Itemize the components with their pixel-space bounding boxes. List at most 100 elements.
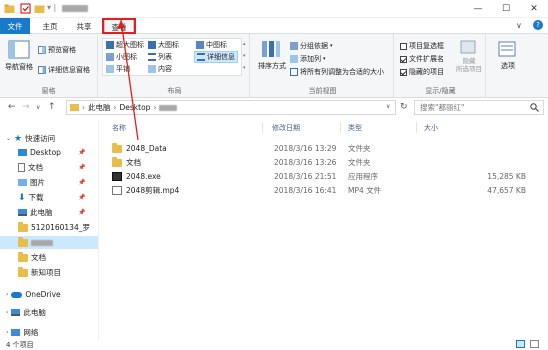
- hide-selected-icon[interactable]: [458, 39, 478, 55]
- details-pane-button[interactable]: 详细信息窗格: [38, 65, 90, 75]
- address-dropdown[interactable]: ∨: [386, 103, 390, 110]
- tab-share[interactable]: 共享: [70, 18, 98, 34]
- ribbon-expand-toggle[interactable]: ∨: [516, 21, 522, 30]
- gallery-scroll[interactable]: ▴ ▾ ▾: [243, 38, 248, 76]
- file-list: 名称 修改日期 类型 大小 2048_Data 2018/3/16 13:29 …: [104, 19, 548, 342]
- folder-icon: [4, 3, 15, 14]
- quick-access-label: 快速访问: [25, 134, 56, 143]
- file-extensions-toggle[interactable]: 文件扩展名: [400, 54, 444, 64]
- file-name: 2048剪辑.mp4: [126, 186, 180, 195]
- nav-scrollbar[interactable]: [98, 120, 102, 340]
- nav-item-pictures[interactable]: 图片 📌: [18, 176, 98, 189]
- column-type[interactable]: 类型: [348, 123, 362, 133]
- small-icons-icon: [106, 53, 114, 61]
- exe-icon: [112, 172, 122, 181]
- new-folder-icon[interactable]: [34, 3, 45, 14]
- crumb-separator: ›: [153, 103, 157, 112]
- table-row[interactable]: 2048.exe 2018/3/16 21:51 应用程序 15,285 KB: [112, 170, 542, 183]
- options-icon[interactable]: [497, 40, 517, 58]
- column-divider[interactable]: [340, 122, 341, 133]
- refresh-button[interactable]: ↻: [400, 102, 408, 112]
- tab-home[interactable]: 主页: [36, 18, 64, 34]
- table-row[interactable]: 文档 2018/3/16 13:26 文件夹: [112, 156, 542, 169]
- layout-small[interactable]: 小图标: [106, 52, 137, 62]
- nav-item-documents-2[interactable]: 文档: [18, 251, 46, 264]
- nav-quick-access[interactable]: ⌄ ★ 快速访问: [6, 132, 55, 145]
- column-size[interactable]: 大小: [424, 123, 438, 133]
- column-modified[interactable]: 修改日期: [272, 123, 300, 133]
- column-divider[interactable]: [416, 122, 417, 133]
- window-title: [62, 5, 88, 12]
- size-all-columns-button[interactable]: 将所有列调整为合适的大小: [290, 67, 384, 77]
- details-view-icon[interactable]: [516, 340, 525, 348]
- expand-chevron-icon[interactable]: ›: [6, 291, 8, 298]
- nav-onedrive[interactable]: › OneDrive: [6, 288, 61, 301]
- close-button[interactable]: ✕: [520, 0, 548, 18]
- nav-label: 下载: [28, 193, 44, 202]
- table-row[interactable]: 2048_Data 2018/3/16 13:29 文件夹: [112, 142, 542, 155]
- file-type: 文件夹: [348, 158, 371, 167]
- layout-large[interactable]: 大图标: [148, 40, 179, 50]
- crumb-this-pc[interactable]: 此电脑: [88, 102, 111, 113]
- layout-content[interactable]: 内容: [148, 64, 172, 74]
- layout-details[interactable]: 详细信息: [194, 51, 238, 63]
- collapse-chevron-icon[interactable]: ⌄: [6, 135, 11, 142]
- column-name[interactable]: 名称: [112, 123, 126, 133]
- address-bar[interactable]: › 此电脑 › Desktop ›: [66, 100, 396, 115]
- nav-item-documents[interactable]: 文档 📌: [18, 161, 98, 174]
- file-extensions-checkbox[interactable]: [400, 55, 407, 63]
- nav-item-this-pc-pinned[interactable]: 此电脑 📌: [18, 206, 98, 219]
- search-input[interactable]: 搜索"都丽红": [420, 102, 464, 113]
- hidden-items-toggle[interactable]: 隐藏的项目: [400, 67, 444, 77]
- expand-chevron-icon[interactable]: ›: [6, 329, 8, 336]
- crumb-current-folder[interactable]: [159, 104, 178, 111]
- layout-list[interactable]: 列表: [148, 52, 172, 62]
- star-icon: ★: [14, 133, 23, 144]
- crumb-desktop[interactable]: Desktop: [120, 103, 151, 112]
- layout-tiles[interactable]: 平铺: [106, 64, 130, 74]
- forward-button[interactable]: →: [22, 102, 30, 112]
- item-checkboxes-checkbox[interactable]: [400, 42, 407, 50]
- nav-item-desktop[interactable]: Desktop 📌: [18, 146, 98, 159]
- nav-pane-button[interactable]: 导航窗格: [2, 62, 36, 72]
- pin-icon: 📌: [78, 149, 86, 156]
- minimize-button[interactable]: —: [464, 0, 492, 18]
- back-button[interactable]: ←: [8, 102, 16, 112]
- tab-file[interactable]: 文件: [0, 18, 30, 34]
- quick-toolbar-dropdown[interactable]: ▾ |: [47, 3, 56, 12]
- hidden-items-checkbox[interactable]: [400, 68, 407, 76]
- group-by-button[interactable]: 分组依据 ▾: [290, 41, 333, 51]
- nav-pane-icon[interactable]: [8, 40, 30, 60]
- nav-item-downloads[interactable]: ⬇ 下载 📌: [18, 191, 98, 204]
- layout-medium[interactable]: 中图标: [196, 40, 227, 50]
- help-button[interactable]: ?: [533, 20, 543, 30]
- hide-selected-button[interactable]: 隐藏 所选项目: [456, 57, 482, 73]
- show-hide-group: 项目复选框 文件扩展名 隐藏的项目 隐藏 所选项目 显示/隐藏: [396, 34, 486, 98]
- preview-pane-button[interactable]: 预览窗格: [38, 45, 76, 55]
- layout-extra-large[interactable]: 超大图标: [106, 40, 144, 50]
- large-icons-view-icon[interactable]: [530, 340, 539, 348]
- picture-icon: [18, 179, 27, 186]
- nav-this-pc[interactable]: › 此电脑: [6, 306, 46, 319]
- maximize-button[interactable]: ☐: [492, 0, 520, 18]
- recent-dropdown[interactable]: ∨: [36, 104, 40, 111]
- search-icon[interactable]: [530, 103, 539, 114]
- nav-network[interactable]: › 网络: [6, 326, 38, 339]
- column-divider[interactable]: [262, 122, 263, 133]
- nav-label: [31, 239, 53, 246]
- details-pane-label: 详细信息窗格: [48, 66, 90, 74]
- document-icon: [18, 163, 25, 172]
- table-row[interactable]: 2048剪辑.mp4 2018/3/16 16:41 MP4 文件 47,657…: [112, 184, 542, 197]
- expand-chevron-icon[interactable]: ›: [6, 309, 8, 316]
- sort-button[interactable]: 排序方式: [254, 61, 290, 71]
- search-box[interactable]: 搜索"都丽红": [414, 100, 544, 115]
- properties-icon[interactable]: [20, 3, 31, 14]
- nav-item-new-project[interactable]: 新知项目: [18, 266, 61, 279]
- nav-item-current-folder[interactable]: [0, 236, 98, 249]
- sort-icon[interactable]: [260, 39, 282, 59]
- nav-item-folder-5120[interactable]: 5120160134_罗: [18, 221, 90, 234]
- item-checkboxes-toggle[interactable]: 项目复选框: [400, 41, 444, 51]
- up-button[interactable]: ↑: [48, 102, 56, 112]
- add-column-button[interactable]: 添加列 ▾: [290, 54, 326, 64]
- options-button[interactable]: 选项: [494, 61, 522, 71]
